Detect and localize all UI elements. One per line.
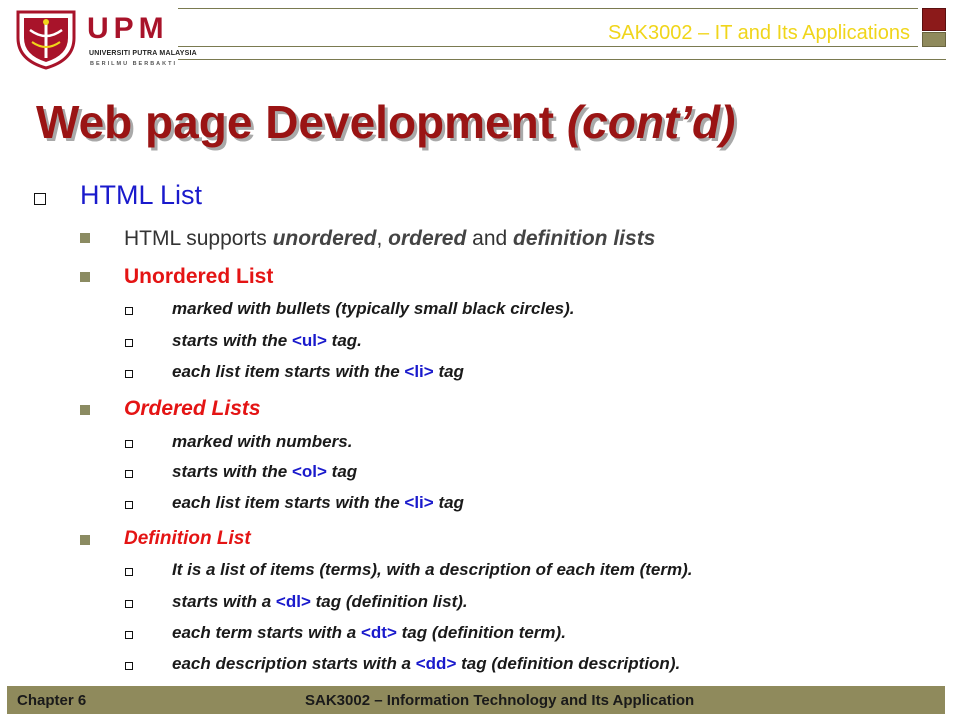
hollow-square-bullet-icon: [125, 440, 133, 448]
header-rule-lower: [178, 59, 946, 60]
intro-sep2: and: [466, 227, 514, 250]
text: each list item starts with the: [172, 493, 405, 512]
upm-logo: UPM UNIVERSITI PUTRA MALAYSIA BERILMU BE…: [10, 8, 197, 70]
hollow-square-bullet-icon: [125, 501, 133, 509]
text: tag.: [326, 331, 362, 350]
hollow-square-bullet-icon: [125, 568, 133, 576]
tag-ul: <ul>: [291, 331, 327, 350]
logo-motto: BERILMU BERBAKTI: [90, 61, 177, 67]
text: each description starts with a: [172, 654, 416, 673]
text: tag: [326, 462, 358, 481]
square-bullet-icon: [80, 535, 90, 545]
text: tag (definition list).: [310, 592, 468, 611]
text: starts with a: [172, 592, 276, 611]
tag-dd: <dd>: [415, 654, 457, 673]
logo-acronym: UPM: [87, 12, 169, 45]
unordered-item-3: each list item starts with the <li> tag: [172, 362, 464, 382]
tag-dl: <dl>: [275, 592, 311, 611]
hollow-square-bullet-icon: [125, 370, 133, 378]
tag-li: <li>: [404, 493, 434, 512]
footer-course: SAK3002 – Information Technology and Its…: [305, 692, 695, 709]
unordered-item-1: marked with bullets (typically small bla…: [172, 299, 575, 318]
section-heading: HTML List: [80, 180, 203, 210]
course-header-title: SAK3002 – IT and Its Applications: [607, 22, 910, 44]
text: tag (definition term).: [396, 623, 566, 642]
slide-title-main: Web page Development: [36, 96, 555, 148]
unordered-heading: Unordered List: [124, 265, 274, 288]
text: starts with the: [172, 331, 292, 350]
intro-sep1: ,: [376, 227, 389, 250]
logo-university-name: UNIVERSITI PUTRA MALAYSIA: [89, 50, 197, 57]
intro-prefix: HTML supports: [124, 227, 273, 250]
ordered-item-2: starts with the <ol> tag: [172, 462, 357, 482]
decorative-square-dark: [922, 8, 946, 31]
text: tag: [433, 362, 464, 381]
unordered-item-2: starts with the <ul> tag.: [172, 331, 362, 351]
hollow-square-bullet-icon: [125, 339, 133, 347]
definition-heading: Definition List: [124, 528, 251, 549]
hollow-square-bullet-icon: [34, 193, 46, 205]
square-bullet-icon: [80, 405, 90, 415]
upm-shield-icon: [16, 10, 76, 70]
tag-dt: <dt>: [360, 623, 397, 642]
text: starts with the: [172, 462, 292, 481]
square-bullet-icon: [80, 272, 90, 282]
text: tag: [433, 493, 464, 512]
slide-title-suffix: (cont’d): [566, 96, 736, 148]
slide-title: Web page Development (cont’d): [36, 95, 735, 149]
definition-item-2: starts with a <dl> tag (definition list)…: [172, 592, 468, 612]
decorative-square-olive: [922, 32, 946, 47]
intro-line: HTML supports unordered, ordered and def…: [124, 227, 655, 251]
hollow-square-bullet-icon: [125, 662, 133, 670]
definition-item-3: each term starts with a <dt> tag (defini…: [172, 623, 566, 643]
ordered-item-1: marked with numbers.: [172, 432, 353, 451]
header-rule: [178, 46, 918, 47]
intro-term-ordered: ordered: [388, 227, 467, 250]
ordered-item-3: each list item starts with the <li> tag: [172, 493, 464, 513]
text: tag (definition description).: [456, 654, 681, 673]
intro-term-unordered: unordered: [272, 227, 377, 250]
definition-item-1: It is a list of items (terms), with a de…: [172, 560, 693, 579]
hollow-square-bullet-icon: [125, 631, 133, 639]
hollow-square-bullet-icon: [125, 307, 133, 315]
tag-ol: <ol>: [291, 462, 327, 481]
hollow-square-bullet-icon: [125, 470, 133, 478]
text: each term starts with a: [172, 623, 361, 642]
footer-bar: Chapter 6 SAK3002 – Information Technolo…: [7, 686, 945, 714]
intro-term-definition: definition lists: [513, 227, 656, 250]
hollow-square-bullet-icon: [125, 600, 133, 608]
square-bullet-icon: [80, 233, 90, 243]
ordered-heading: Ordered Lists: [124, 397, 261, 420]
text: each list item starts with the: [172, 362, 405, 381]
footer-chapter: Chapter 6: [17, 692, 87, 709]
tag-li: <li>: [404, 362, 434, 381]
definition-item-4: each description starts with a <dd> tag …: [172, 654, 680, 674]
